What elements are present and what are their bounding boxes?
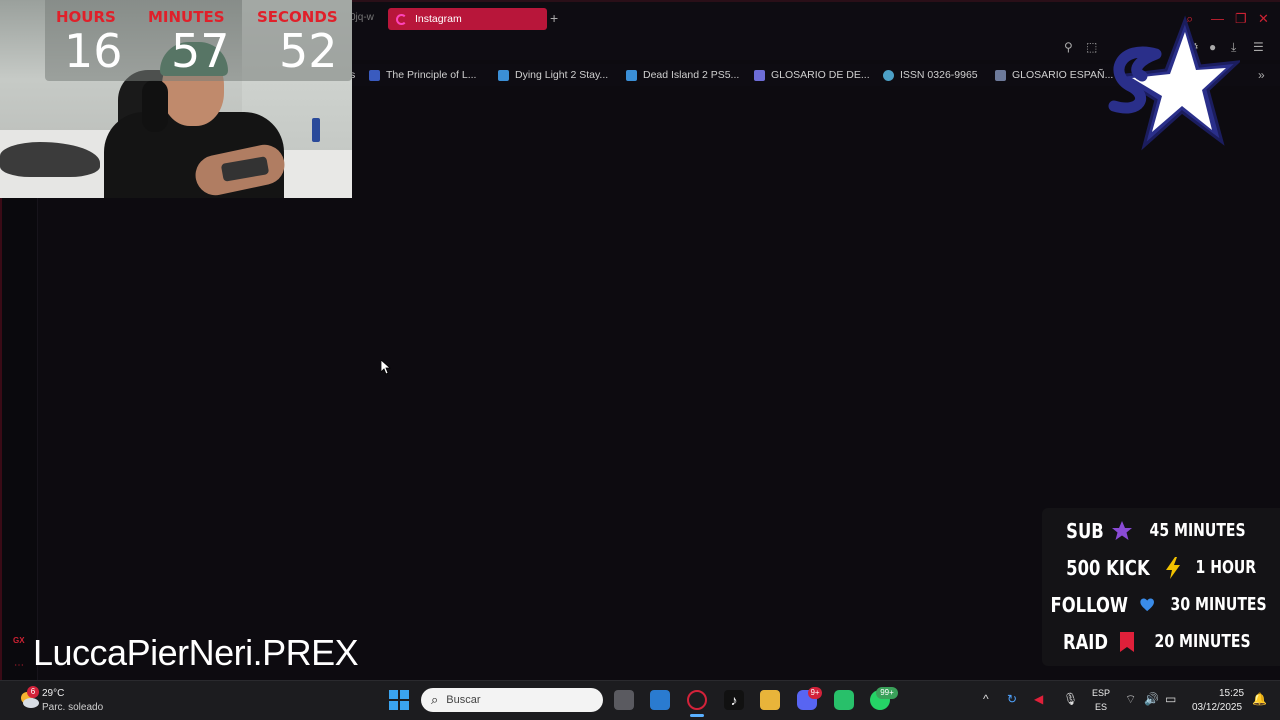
battery-icon[interactable]: ▭ bbox=[1165, 692, 1176, 706]
app-tray-icon[interactable]: ◀ bbox=[1034, 692, 1043, 706]
bookmarks-overflow-icon[interactable]: » bbox=[1258, 68, 1265, 82]
gx-label: GX bbox=[13, 636, 25, 645]
rule-sub: SUB 45 MINUTES bbox=[1042, 512, 1280, 549]
bookmark-label: Dying Light 2 Stay... bbox=[515, 69, 609, 81]
bookmark-label: GLOSARIO ESPAÑ... bbox=[1012, 69, 1114, 81]
whatsapp-badge: 99+ bbox=[876, 687, 898, 699]
page-favicon-icon bbox=[626, 69, 637, 81]
wifi-icon[interactable]: ⌔ bbox=[1125, 692, 1136, 707]
notifications-icon[interactable]: 🔔 bbox=[1252, 692, 1267, 706]
windows-start-button[interactable] bbox=[389, 690, 409, 710]
rule-kick: 500 KICK 1 HOUR bbox=[1042, 549, 1280, 586]
bookmark-item[interactable]: Dead Island 2 PS5... bbox=[626, 69, 739, 81]
bookmark-item[interactable]: ISSN 0326-9965 bbox=[883, 69, 978, 81]
clock-time[interactable]: 15:25 bbox=[1219, 688, 1244, 699]
rule-value: 1 HOUR bbox=[1195, 557, 1257, 578]
loading-spinner-icon bbox=[396, 13, 407, 25]
pin-icon[interactable]: ⚲ bbox=[1064, 40, 1073, 54]
weather-badge: 6 bbox=[27, 686, 39, 698]
page-favicon-icon bbox=[995, 69, 1006, 81]
chat-app-icon[interactable] bbox=[834, 690, 854, 710]
windows-taskbar bbox=[0, 680, 1280, 720]
rule-value: 45 MINUTES bbox=[1149, 520, 1246, 541]
page-favicon-icon bbox=[498, 69, 509, 81]
close-icon[interactable]: ✕ bbox=[1258, 11, 1269, 27]
globe-favicon-icon bbox=[883, 69, 894, 81]
weather-temperature[interactable]: 29°C bbox=[42, 688, 64, 699]
rule-key: SUB bbox=[1066, 518, 1105, 543]
bookmark-item[interactable]: GLOSARIO ESPAÑ... bbox=[995, 69, 1113, 81]
rule-value: 30 MINUTES bbox=[1170, 594, 1267, 615]
stream-rules-panel: SUB 45 MINUTES 500 KICK 1 HOUR FOLLOW 30… bbox=[1042, 508, 1280, 666]
bookmark-label: The Principle of L... bbox=[386, 69, 477, 81]
file-explorer-icon[interactable] bbox=[760, 690, 780, 710]
mouse-cursor-icon bbox=[381, 360, 391, 375]
search-placeholder: Buscar bbox=[446, 694, 481, 706]
mail-app-icon[interactable] bbox=[650, 690, 670, 710]
bookmark-icon bbox=[1119, 631, 1134, 652]
bookmark-label: Dead Island 2 PS5... bbox=[643, 69, 740, 81]
star-icon bbox=[1112, 520, 1133, 540]
taskbar-search[interactable]: ⌕ Buscar bbox=[421, 688, 603, 712]
active-app-indicator bbox=[690, 714, 704, 717]
tiktok-icon[interactable]: ♪ bbox=[724, 690, 744, 710]
menu-icon[interactable]: ☰ bbox=[1253, 40, 1264, 54]
hours-value: 16 bbox=[64, 24, 123, 78]
bookmark-label: GLOSARIO DE DE... bbox=[771, 69, 870, 81]
bookmark-label: ISSN 0326-9965 bbox=[900, 69, 978, 81]
lightning-icon bbox=[1166, 556, 1181, 579]
weather-description[interactable]: Parc. soleado bbox=[42, 702, 103, 713]
tab-instagram[interactable]: Instagram bbox=[388, 8, 547, 30]
bookmark-item[interactable]: GLOSARIO DE DE... bbox=[754, 69, 870, 81]
discord-badge: 9+ bbox=[808, 687, 822, 699]
more-icon[interactable]: ⋯ bbox=[14, 660, 24, 671]
search-icon: ⌕ bbox=[431, 692, 439, 707]
minutes-value: 57 bbox=[171, 24, 230, 78]
opera-gx-icon[interactable] bbox=[687, 690, 707, 710]
channel-star-logo bbox=[1108, 15, 1240, 151]
heart-icon bbox=[1139, 598, 1154, 611]
task-view-icon[interactable] bbox=[614, 690, 634, 710]
tray-overflow-icon[interactable]: ^ bbox=[983, 692, 989, 706]
streamer-handle: LuccaPierNeri.PREX bbox=[33, 632, 359, 673]
sync-icon[interactable]: ↻ bbox=[1007, 692, 1017, 706]
bookmark-item[interactable]: Dying Light 2 Stay... bbox=[498, 69, 608, 81]
microphone-icon[interactable]: 🎙 bbox=[1063, 692, 1078, 706]
browser-sidebar bbox=[0, 198, 38, 680]
tab-previous[interactable]: 0jq-w bbox=[350, 12, 374, 23]
clock-date[interactable]: 03/12/2025 bbox=[1192, 702, 1242, 713]
rule-value: 20 MINUTES bbox=[1154, 631, 1251, 652]
language-code[interactable]: ESP bbox=[1092, 688, 1110, 698]
rule-key: FOLLOW bbox=[1050, 592, 1129, 617]
rule-key: 500 KICK bbox=[1066, 555, 1150, 580]
rule-key: RAID bbox=[1062, 629, 1108, 654]
volume-icon[interactable]: 🔊 bbox=[1144, 692, 1159, 706]
snapshot-icon[interactable]: ⬚ bbox=[1086, 40, 1097, 54]
tab-label: Instagram bbox=[415, 13, 462, 25]
ssrn-favicon-icon bbox=[369, 69, 380, 81]
rule-raid: RAID 20 MINUTES bbox=[1042, 623, 1280, 660]
keyboard-layout[interactable]: ES bbox=[1095, 702, 1107, 712]
sidebar-accent bbox=[0, 198, 2, 680]
rule-follow: FOLLOW 30 MINUTES bbox=[1042, 586, 1280, 623]
bookmark-item[interactable]: The Principle of L... bbox=[369, 69, 476, 81]
page-favicon-icon bbox=[754, 69, 765, 81]
new-tab-button[interactable]: + bbox=[550, 11, 558, 25]
seconds-value: 52 bbox=[279, 24, 338, 78]
